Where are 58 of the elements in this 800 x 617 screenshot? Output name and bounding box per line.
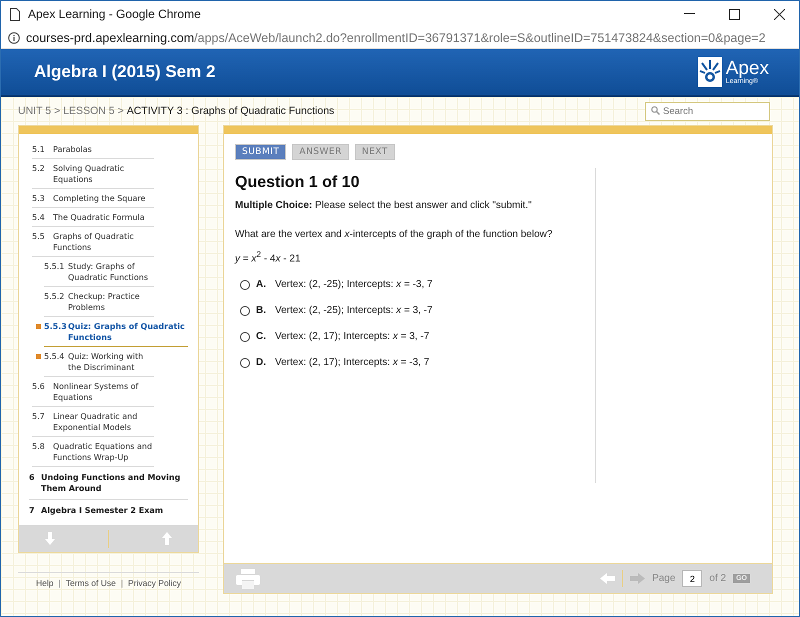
option-letter: D. xyxy=(256,357,266,368)
question-text: What are the vertex and x-intercepts of the graph of the function below? xyxy=(235,229,554,240)
outline-item[interactable]: 5.5.4 Quiz: Working with the Discriminant xyxy=(44,347,154,377)
outline-item[interactable]: 5.5.3 Quiz: Graphs of Quadratic Functions xyxy=(44,317,188,347)
outline-item[interactable]: 5.5 Graphs of Quadratic Functions xyxy=(32,227,154,257)
link-separator: | xyxy=(58,578,61,588)
search-field[interactable]: Search xyxy=(645,102,770,121)
breadcrumb-separator: > xyxy=(54,105,60,117)
url-host: courses-prd.apexlearning.com xyxy=(26,30,194,44)
page-icon xyxy=(10,8,20,20)
page-input[interactable]: 2 xyxy=(682,570,702,587)
radio-button[interactable] xyxy=(240,332,250,342)
answer-option[interactable]: Vertex: (2, 17); Intercepts: x = -3, 7 xyxy=(275,357,430,368)
logo-icon xyxy=(698,57,722,87)
logo-name: Apex xyxy=(726,59,769,78)
outline-item[interactable]: 5.5.1 Study: Graphs of Quadratic Functions xyxy=(44,257,154,287)
toolbar-button[interactable]: SUBMIT xyxy=(235,144,286,160)
outline-item[interactable]: 5.2 Solving Quadratic Equations xyxy=(32,159,154,189)
outline-item[interactable]: 5.5.2 Checkup: Practice Problems xyxy=(44,287,154,317)
equation: y = x$^{2}$ - 4x - 21 xyxy=(235,249,302,264)
outline-item[interactable]: 5.3 Completing the Square xyxy=(32,189,154,208)
page-total: of 2 xyxy=(709,573,726,584)
footer-link[interactable]: Help xyxy=(36,578,54,588)
breadcrumb-separator: > xyxy=(118,105,124,117)
footer-link[interactable]: Privacy Policy xyxy=(128,578,181,588)
option-letter: C. xyxy=(256,331,266,342)
info-icon xyxy=(8,32,20,44)
question-title: Question 1 of 10 xyxy=(235,174,360,192)
radio-button[interactable] xyxy=(240,306,250,316)
link-separator: | xyxy=(120,578,124,588)
outline-item[interactable]: 5.7 Linear Quadratic and Exponential Models xyxy=(32,407,154,437)
window-title: Apex Learning - Google Chrome xyxy=(28,7,201,21)
outline-item[interactable]: 7 Algebra I Semester 2 Exam xyxy=(29,500,188,521)
minimize-icon[interactable] xyxy=(684,13,695,15)
outline-item[interactable]: 5.4 The Quadratic Formula xyxy=(32,208,154,227)
option-letter: A. xyxy=(256,279,266,290)
instruction-text: Multiple Choice: Please select the best answer and click "submit." xyxy=(235,200,533,211)
answer-option[interactable]: Vertex: (2, 17); Intercepts: x = 3, -7 xyxy=(275,331,430,342)
answer-option[interactable]: Vertex: (2, -25); Intercepts: x = 3, -7 xyxy=(275,305,433,316)
breadcrumb-item[interactable]: UNIT 5 xyxy=(18,105,52,117)
outline-item[interactable]: 6 Undoing Functions and Moving Them Around xyxy=(29,467,188,500)
footer-link[interactable]: Terms of Use xyxy=(66,578,116,588)
radio-button[interactable] xyxy=(240,280,250,290)
breadcrumb-item: ACTIVITY 3 : Graphs of Quadratic Functions xyxy=(126,105,334,117)
close-icon[interactable] xyxy=(774,8,785,20)
outline-item[interactable]: 5.6 Nonlinear Systems of Equations xyxy=(32,377,154,407)
course-title: Algebra I (2015) Sem 2 xyxy=(34,62,216,82)
search-icon xyxy=(651,106,660,115)
answer-option[interactable]: Vertex: (2, -25); Intercepts: x = -3, 7 xyxy=(275,279,433,290)
page-label: Page xyxy=(652,573,676,584)
radio-button[interactable] xyxy=(240,358,250,368)
breadcrumb-item[interactable]: LESSON 5 xyxy=(63,105,115,117)
url-path: /apps/AceWeb/launch2.do?enrollmentID=36791371&role=S&outlineID=751473824&section=0&page=2 xyxy=(194,30,766,44)
outline-item[interactable]: 5.1 Parabolas xyxy=(32,140,154,159)
outline-item[interactable]: 5.8 Quadratic Equations and Functions Wrap-Up xyxy=(32,437,154,467)
maximize-icon[interactable] xyxy=(729,8,740,20)
option-letter: B. xyxy=(256,305,266,316)
address-bar[interactable]: courses-prd.apexlearning.com/apps/AceWeb/launch2.do?enrollmentID=36791371&role=S&outlineID=751473824&section=0&page=2 xyxy=(1,27,799,49)
